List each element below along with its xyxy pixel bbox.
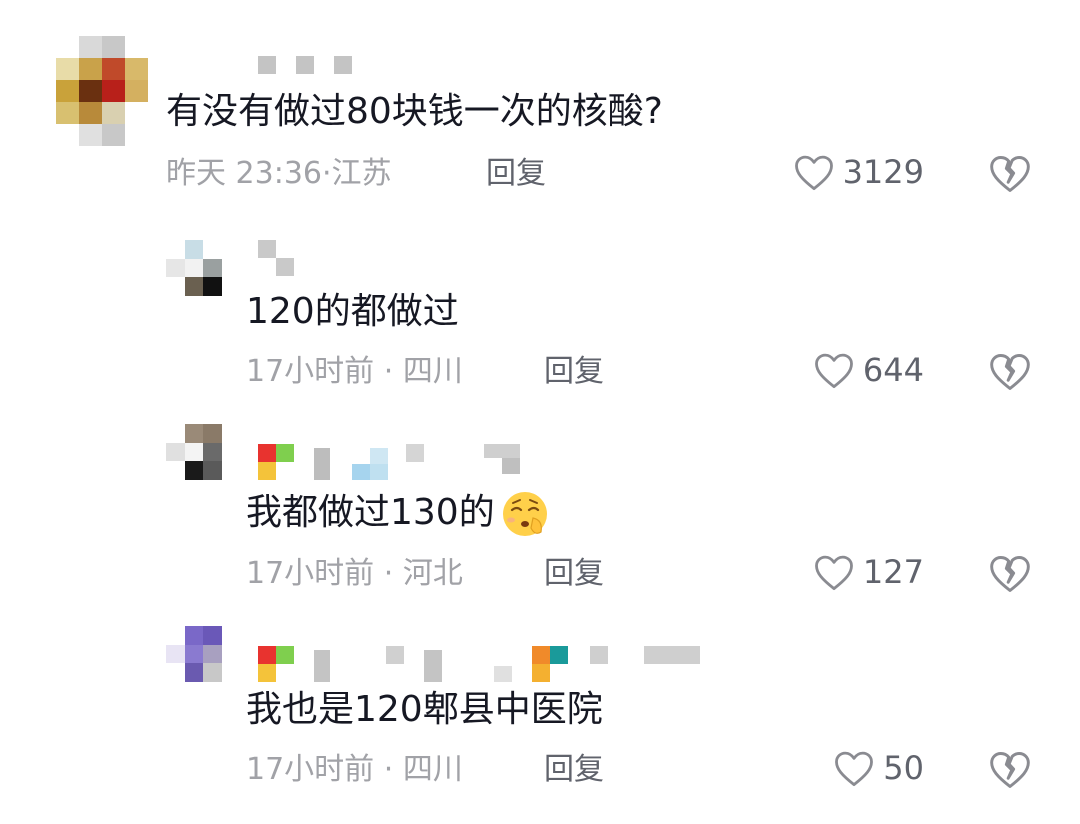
username-redacted[interactable] — [258, 444, 520, 480]
reply-button[interactable]: 回复 — [544, 750, 604, 790]
reply-button[interactable]: 回复 — [544, 352, 604, 392]
heart-outline-icon — [794, 155, 833, 191]
comment-text: 我也是120郫县中医院 — [246, 689, 603, 730]
dislike-button[interactable] — [988, 350, 1032, 394]
broken-heart-icon — [990, 354, 1030, 390]
username-redacted[interactable] — [258, 240, 294, 276]
comment-text: 有没有做过80块钱一次的核酸? — [166, 91, 663, 132]
like-count: 644 — [862, 351, 924, 389]
avatar[interactable] — [166, 424, 222, 480]
like-count: 3129 — [842, 153, 924, 191]
like-button[interactable]: 3129 — [793, 152, 924, 192]
comment-time: 17小时前 — [246, 752, 375, 787]
avatar[interactable] — [166, 626, 222, 682]
heart-outline-icon — [815, 353, 853, 389]
avatar[interactable] — [56, 36, 148, 146]
meta-separator: · — [383, 556, 394, 591]
meta-separator: · — [383, 752, 394, 787]
dislike-button[interactable] — [988, 748, 1032, 792]
broken-heart-icon — [990, 156, 1030, 192]
reply-button[interactable]: 回复 — [544, 554, 604, 594]
meta-separator: · — [383, 354, 394, 389]
username-redacted[interactable] — [258, 646, 700, 682]
comment-time: 昨天 23:36 — [166, 156, 322, 191]
worried-shushing-face-emoji — [502, 492, 547, 536]
reply-button[interactable]: 回复 — [486, 154, 546, 194]
heart-outline-icon — [815, 555, 853, 591]
like-button[interactable]: 644 — [813, 350, 924, 390]
comment-location: 江苏 — [331, 156, 392, 191]
comment-meta: 17小时前 · 四川 — [246, 750, 463, 790]
like-button[interactable]: 50 — [833, 748, 924, 788]
broken-heart-icon — [990, 556, 1030, 592]
comment-time: 17小时前 — [246, 556, 375, 591]
like-count: 127 — [862, 553, 924, 591]
broken-heart-icon — [990, 752, 1030, 788]
meta-separator: · — [322, 156, 332, 191]
comment-location: 四川 — [402, 752, 463, 787]
comment-time: 17小时前 — [246, 354, 375, 389]
comment-location: 河北 — [402, 556, 463, 591]
comment-text-content: 我都做过130的 — [246, 492, 495, 533]
like-button[interactable]: 127 — [813, 552, 924, 592]
avatar[interactable] — [166, 240, 222, 296]
comment-text: 我都做过130的 — [246, 488, 551, 540]
heart-outline-icon — [835, 751, 874, 787]
like-count: 50 — [883, 749, 924, 787]
username-redacted[interactable] — [258, 56, 352, 74]
comment-text: 120的都做过 — [246, 291, 459, 332]
dislike-button[interactable] — [988, 552, 1032, 596]
comment-location: 四川 — [402, 354, 463, 389]
comment-meta: 昨天 23:36·江苏 — [166, 154, 392, 194]
comment-meta: 17小时前 · 四川 — [246, 352, 463, 392]
dislike-button[interactable] — [988, 152, 1032, 196]
comment-meta: 17小时前 · 河北 — [246, 554, 463, 594]
